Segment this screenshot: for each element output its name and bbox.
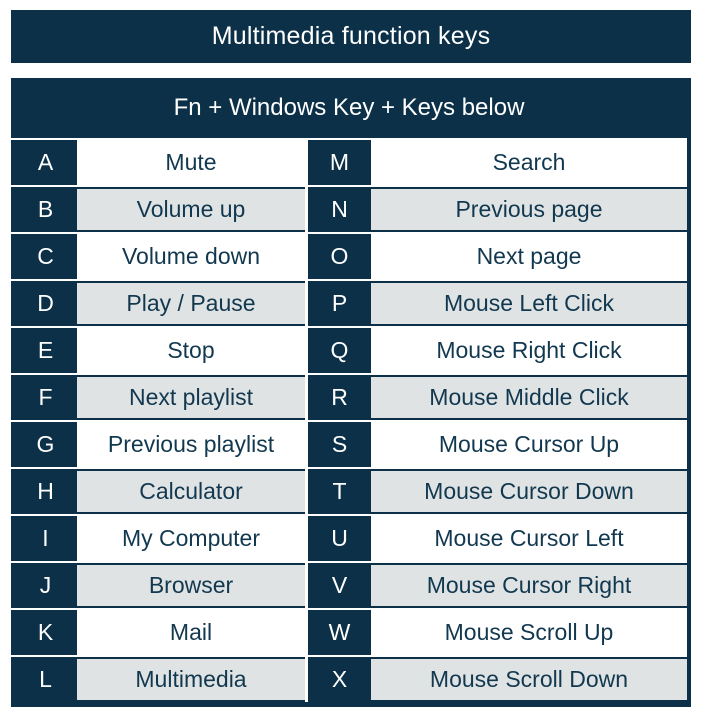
table-row: K Mail W Mouse Scroll Up: [11, 608, 687, 655]
table-row: I My Computer U Mouse Cursor Left: [11, 514, 687, 561]
key-action-left: Mail: [77, 610, 305, 655]
key-action-left: Multimedia: [77, 657, 305, 702]
table-row: D Play / Pause P Mouse Left Click: [11, 279, 687, 326]
key-action-right: Mouse Cursor Up: [371, 422, 687, 467]
table-row: C Volume down O Next page: [11, 232, 687, 279]
key-action-right: Mouse Middle Click: [371, 375, 687, 420]
key-action-left: My Computer: [77, 516, 305, 561]
key-action-left: Mute: [77, 140, 305, 185]
table-subheader: Fn + Windows Key + Keys below: [11, 78, 687, 138]
key-badge-left: L: [11, 657, 77, 702]
key-action-right: Mouse Scroll Up: [371, 610, 687, 655]
key-action-left: Volume up: [77, 187, 305, 232]
key-action-right: Mouse Scroll Down: [371, 657, 687, 702]
key-badge-right: W: [305, 610, 371, 655]
key-action-left: Volume down: [77, 234, 305, 279]
key-badge-right: V: [305, 563, 371, 608]
key-badge-right: U: [305, 516, 371, 561]
table-row: E Stop Q Mouse Right Click: [11, 326, 687, 373]
key-action-right: Mouse Right Click: [371, 328, 687, 373]
page-title: Multimedia function keys: [11, 10, 691, 63]
key-action-right: Mouse Cursor Right: [371, 563, 687, 608]
key-badge-left: G: [11, 422, 77, 467]
key-badge-left: D: [11, 281, 77, 326]
key-action-right: Search: [371, 140, 687, 185]
table-row: F Next playlist R Mouse Middle Click: [11, 373, 687, 420]
key-action-right: Previous page: [371, 187, 687, 232]
key-badge-left: F: [11, 375, 77, 420]
key-action-right: Mouse Cursor Left: [371, 516, 687, 561]
key-action-right: Next page: [371, 234, 687, 279]
multimedia-function-keys-page: Multimedia function keys Fn + Windows Ke…: [0, 0, 705, 720]
key-badge-left: J: [11, 563, 77, 608]
key-badge-left: C: [11, 234, 77, 279]
key-badge-right: Q: [305, 328, 371, 373]
key-badge-right: M: [305, 140, 371, 185]
key-action-left: Play / Pause: [77, 281, 305, 326]
key-action-left: Stop: [77, 328, 305, 373]
key-badge-left: A: [11, 140, 77, 185]
table-row: L Multimedia X Mouse Scroll Down: [11, 655, 687, 702]
key-badge-right: X: [305, 657, 371, 702]
table-row: A Mute M Search: [11, 138, 687, 185]
key-badge-left: E: [11, 328, 77, 373]
key-action-left: Calculator: [77, 469, 305, 514]
key-badge-right: S: [305, 422, 371, 467]
key-badge-right: P: [305, 281, 371, 326]
table-row: B Volume up N Previous page: [11, 185, 687, 232]
key-badge-left: B: [11, 187, 77, 232]
key-action-right: Mouse Cursor Down: [371, 469, 687, 514]
key-badge-right: N: [305, 187, 371, 232]
key-action-left: Previous playlist: [77, 422, 305, 467]
key-badge-right: R: [305, 375, 371, 420]
table-row: J Browser V Mouse Cursor Right: [11, 561, 687, 608]
key-action-left: Browser: [77, 563, 305, 608]
table-rows: A Mute M Search B Volume up N Previous page C Vol…: [11, 138, 687, 702]
key-action-right: Mouse Left Click: [371, 281, 687, 326]
shortcut-table: Fn + Windows Key + Keys below A Mute M Sear…: [11, 78, 691, 707]
key-action-left: Next playlist: [77, 375, 305, 420]
table-row: G Previous playlist S Mouse Cursor Up: [11, 420, 687, 467]
key-badge-right: T: [305, 469, 371, 514]
key-badge-right: O: [305, 234, 371, 279]
table-row: H Calculator T Mouse Cursor Down: [11, 467, 687, 514]
key-badge-left: H: [11, 469, 77, 514]
key-badge-left: K: [11, 610, 77, 655]
key-badge-left: I: [11, 516, 77, 561]
